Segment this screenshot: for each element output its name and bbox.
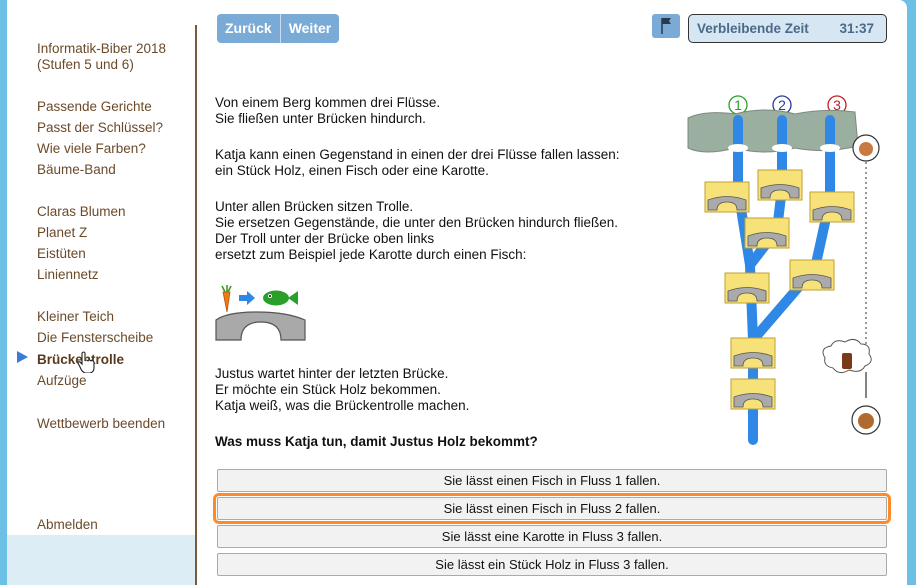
main-panel: Informatik-Biber 2018 (Stufen 5 und 6) P… bbox=[7, 0, 907, 585]
wood-icon bbox=[842, 353, 852, 369]
sidebar-item-claras-blumen[interactable]: Claras Blumen bbox=[37, 203, 126, 220]
carrot-icon bbox=[221, 285, 232, 313]
remaining-time-value: 31:37 bbox=[839, 21, 874, 36]
remaining-time-label: Verbleibende Zeit bbox=[697, 21, 809, 36]
hand-cursor-icon bbox=[77, 351, 95, 373]
question-line: ein Stück Holz, einen Fisch oder eine Ka… bbox=[215, 163, 489, 178]
sidebar-divider bbox=[195, 25, 197, 585]
bridge-icon bbox=[809, 191, 855, 223]
flag-button[interactable] bbox=[652, 14, 680, 38]
question-line: Unter allen Brücken sitzen Trolle. bbox=[215, 199, 414, 214]
question-line: Von einem Berg kommen drei Flüsse. bbox=[215, 95, 441, 110]
bridge-icon bbox=[704, 181, 750, 213]
waterfall-foam bbox=[728, 144, 840, 152]
river-bridges-diagram: 1 2 3 bbox=[687, 95, 881, 445]
sidebar-item-kleiner-teich[interactable]: Kleiner Teich bbox=[37, 308, 114, 325]
sidebar-item-die-fensterscheibe[interactable]: Die Fensterscheibe bbox=[37, 329, 153, 346]
sidebar-item-planet-z[interactable]: Planet Z bbox=[37, 224, 87, 241]
bridge-icon bbox=[744, 217, 790, 249]
logout-link[interactable]: Abmelden bbox=[37, 516, 98, 533]
bridge-icon bbox=[724, 272, 770, 304]
question-line: Katja kann einen Gegenstand in einen der… bbox=[215, 147, 620, 162]
next-button[interactable]: Weiter bbox=[279, 14, 340, 43]
sidebar-item-passt-der-schluessel[interactable]: Passt der Schlüssel? bbox=[37, 119, 163, 136]
sidebar-item-baeume-band[interactable]: Bäume-Band bbox=[37, 161, 116, 178]
end-contest-link[interactable]: Wettbewerb beenden bbox=[37, 415, 165, 432]
remaining-time-box: Verbleibende Zeit 31:37 bbox=[688, 14, 887, 43]
navigation-buttons: Zurück Weiter bbox=[217, 14, 340, 43]
question-line: Sie ersetzen Gegenstände, die unter den … bbox=[215, 215, 619, 230]
river-1-label: 1 bbox=[734, 97, 742, 113]
sidebar-item-wie-viele-farben[interactable]: Wie viele Farben? bbox=[37, 140, 146, 157]
question-line: Er möchte ein Stück Holz bekommen. bbox=[215, 382, 441, 397]
answer-option-3[interactable]: Sie lässt eine Karotte in Fluss 3 fallen… bbox=[217, 525, 887, 548]
bridge-icon bbox=[215, 311, 306, 341]
bridge-icon bbox=[730, 337, 776, 369]
answer-option-4[interactable]: Sie lässt ein Stück Holz in Fluss 3 fall… bbox=[217, 553, 887, 576]
question-line: Justus wartet hinter der letzten Brücke. bbox=[215, 366, 449, 381]
sidebar-item-aufzuege[interactable]: Aufzüge bbox=[37, 372, 87, 389]
flag-icon bbox=[661, 18, 671, 34]
question-line: Der Troll unter der Brücke oben links bbox=[215, 231, 435, 246]
contest-title-line2: (Stufen 5 und 6) bbox=[37, 57, 134, 72]
question-line: Sie fließen unter Brücken hindurch. bbox=[215, 111, 426, 126]
sidebar-item-eistueten[interactable]: Eistüten bbox=[37, 245, 86, 262]
fish-icon bbox=[263, 290, 298, 306]
answer-option-2[interactable]: Sie lässt einen Fisch in Fluss 2 fallen. bbox=[213, 493, 891, 524]
bridge-icon bbox=[730, 378, 776, 410]
troll-icon bbox=[852, 134, 880, 162]
active-item-arrow-icon bbox=[17, 351, 28, 363]
sidebar: Informatik-Biber 2018 (Stufen 5 und 6) P… bbox=[7, 0, 196, 535]
contest-title-line1: Informatik-Biber 2018 bbox=[37, 41, 167, 56]
bridge-icon bbox=[757, 169, 803, 201]
question-line: Katja weiß, was die Brückentrolle machen… bbox=[215, 398, 470, 413]
arrow-right-icon bbox=[239, 291, 255, 305]
question-prompt: Was muss Katja tun, damit Justus Holz be… bbox=[215, 434, 538, 449]
question-line: ersetzt zum Beispiel jede Karotte durch … bbox=[215, 247, 527, 262]
bridge-icon bbox=[789, 259, 835, 291]
sidebar-item-liniennetz[interactable]: Liniennetz bbox=[37, 266, 99, 283]
justus-icon bbox=[851, 405, 881, 435]
back-button[interactable]: Zurück bbox=[217, 14, 280, 43]
example-bridge-illustration bbox=[215, 285, 306, 341]
answer-option-1[interactable]: Sie lässt einen Fisch in Fluss 1 fallen. bbox=[217, 469, 887, 492]
sidebar-item-passende-gerichte[interactable]: Passende Gerichte bbox=[37, 98, 152, 115]
sidebar-footer-strip bbox=[7, 535, 196, 585]
